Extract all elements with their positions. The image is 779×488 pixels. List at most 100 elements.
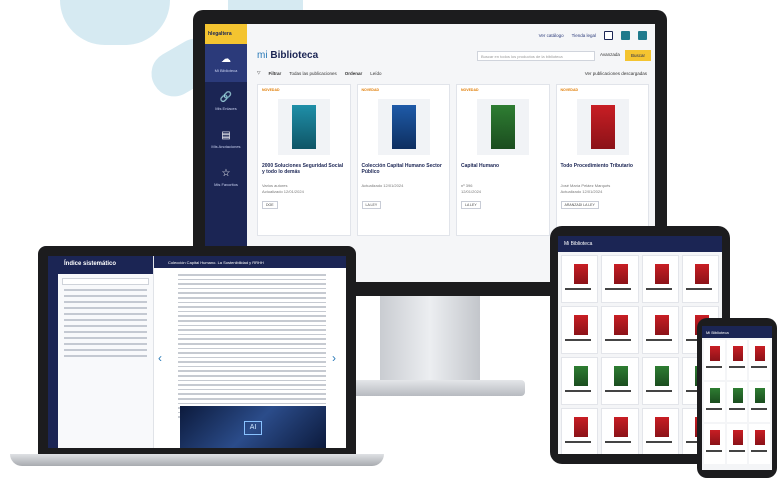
toc-item[interactable] xyxy=(64,301,147,303)
toc-search-input[interactable] xyxy=(62,278,149,285)
book-grid: NOVEDAD 2000 Soluciones Seguridad Social… xyxy=(257,84,649,236)
top-bar: Ver catálogo Tienda legal xyxy=(247,24,655,46)
book-meta: nº 396 12/01/2024 xyxy=(461,183,482,194)
book-card[interactable] xyxy=(561,306,599,354)
catalog-link[interactable]: Ver catálogo xyxy=(539,33,564,38)
book-cover xyxy=(477,99,529,155)
tablet-header: Mi Biblioteca xyxy=(558,236,722,252)
sidebar-item-label: Mis Anotaciones xyxy=(211,143,241,149)
cover-image xyxy=(391,105,416,149)
logo[interactable]: hlegaltera xyxy=(205,24,247,44)
toc-item[interactable] xyxy=(64,331,147,333)
publisher-badge: LA LEY xyxy=(361,201,382,209)
reader-header: Colección Capital Humano. La Sostenibili… xyxy=(154,256,346,268)
toc-item[interactable] xyxy=(64,349,147,351)
phone-header: Mi Biblioteca xyxy=(702,326,772,338)
sidebar: hlegaltera ☁ Mi Biblioteca 🔗 Mis Enlaces… xyxy=(205,24,247,282)
book-card[interactable] xyxy=(561,255,599,303)
publisher-badge: ARANZADI LA LEY xyxy=(560,201,599,209)
publisher-badge: LA LEY xyxy=(461,201,481,209)
laptop-screen: Índice sistemático Colección Capital Hum… xyxy=(48,256,346,448)
book-cover xyxy=(576,99,629,155)
toc-item[interactable] xyxy=(64,355,147,357)
book-card[interactable] xyxy=(726,340,748,380)
book-card[interactable] xyxy=(641,306,679,354)
book-title: Capital Humano xyxy=(461,163,500,169)
toc-item[interactable] xyxy=(64,325,147,327)
book-card[interactable]: NOVEDAD Colección Capital Humano Sector … xyxy=(356,84,450,236)
book-title: Colección Capital Humano Sector Público xyxy=(361,163,442,175)
cloud-icon: ☁ xyxy=(221,53,231,65)
search-input[interactable]: Buscar en todos los productos de la bibl… xyxy=(477,51,595,61)
sidebar-item-links[interactable]: 🔗 Mis Enlaces xyxy=(205,82,247,120)
link-icon: 🔗 xyxy=(219,91,233,103)
monitor-stand xyxy=(380,296,480,386)
filter-select[interactable]: Todas las publicaciones xyxy=(289,71,337,76)
order-label: Ordenar xyxy=(344,70,363,76)
decor-shape xyxy=(60,0,170,45)
book-meta: Actualizado 12/01/2024 xyxy=(361,183,404,188)
cover-image xyxy=(292,105,316,149)
book-title: 2000 Soluciones Seguridad Social y todo … xyxy=(262,163,344,175)
book-cover xyxy=(278,99,330,155)
filter-icon: ▽ xyxy=(257,70,261,75)
book-card[interactable] xyxy=(704,424,725,464)
book-card[interactable] xyxy=(601,306,639,354)
table-of-contents: Índice sistemático xyxy=(58,256,154,448)
phone-screen: Mi Biblioteca xyxy=(702,326,772,470)
toc-item[interactable] xyxy=(64,295,147,297)
book-cover xyxy=(377,99,430,155)
book-card[interactable] xyxy=(641,357,679,405)
sidebar-item-label: Mis Enlaces xyxy=(215,105,237,111)
hero-devices: hlegaltera ☁ Mi Biblioteca 🔗 Mis Enlaces… xyxy=(0,0,779,488)
book-card[interactable]: NOVEDAD Todo Procedimiento Tributario Jo… xyxy=(555,84,649,236)
user-icon[interactable] xyxy=(604,30,613,40)
book-card[interactable]: NOVEDAD 2000 Soluciones Seguridad Social… xyxy=(257,84,351,236)
phone-book-grid xyxy=(702,338,772,466)
order-select[interactable]: Leído xyxy=(370,71,381,76)
toc-item[interactable] xyxy=(64,337,147,339)
book-card[interactable] xyxy=(601,357,639,405)
sidebar-item-favorites[interactable]: ☆ Mis Favoritos xyxy=(205,158,247,196)
book-card[interactable]: NOVEDAD Capital Humano nº 396 12/01/2024 … xyxy=(456,84,550,236)
help-icon[interactable] xyxy=(638,30,647,40)
book-card[interactable] xyxy=(601,408,639,454)
book-card[interactable] xyxy=(561,408,599,454)
downloads-link[interactable]: Ver publicaciones descargadas xyxy=(585,71,647,76)
book-card[interactable] xyxy=(749,382,770,422)
book-card[interactable] xyxy=(749,340,770,380)
search-button[interactable]: Buscar xyxy=(625,50,651,61)
book-card[interactable] xyxy=(749,424,770,464)
cover-image xyxy=(590,105,615,149)
filter-label: Filtrar xyxy=(268,70,282,76)
store-link[interactable]: Tienda legal xyxy=(572,33,596,38)
book-meta: José María Peláez Marqués Actualizado 12/… xyxy=(560,183,611,194)
advanced-search-dropdown[interactable]: Avanzada xyxy=(600,52,620,57)
sidebar-item-library[interactable]: ☁ Mi Biblioteca xyxy=(205,44,247,82)
sidebar-item-label: Mis Favoritos xyxy=(214,181,238,187)
toc-item[interactable] xyxy=(64,307,147,309)
settings-icon[interactable] xyxy=(621,30,630,40)
toc-item[interactable] xyxy=(64,319,147,321)
next-page-icon[interactable]: › xyxy=(332,351,336,365)
book-card[interactable] xyxy=(681,255,719,303)
toc-item[interactable] xyxy=(64,343,147,345)
sidebar-item-notes[interactable]: ▤ Mis Anotaciones xyxy=(205,120,247,158)
cover-image xyxy=(491,105,515,149)
status-badge: NOVEDAD xyxy=(560,88,579,92)
book-meta: Varios autores Actualizado 12/01/2024 xyxy=(262,183,304,194)
book-card[interactable] xyxy=(726,424,748,464)
book-card[interactable] xyxy=(704,382,725,422)
toc-item[interactable] xyxy=(64,313,147,315)
book-card[interactable] xyxy=(561,357,599,405)
book-card[interactable] xyxy=(641,408,679,454)
prev-page-icon[interactable]: ‹ xyxy=(158,351,162,365)
book-card[interactable] xyxy=(704,340,725,380)
book-card[interactable] xyxy=(601,255,639,303)
reader-toolbar xyxy=(48,256,58,448)
phone: Mi Biblioteca xyxy=(697,318,777,478)
toc-item[interactable] xyxy=(64,289,147,291)
book-card[interactable] xyxy=(641,255,679,303)
book-title: Todo Procedimiento Tributario xyxy=(560,163,633,169)
book-card[interactable] xyxy=(726,382,748,422)
